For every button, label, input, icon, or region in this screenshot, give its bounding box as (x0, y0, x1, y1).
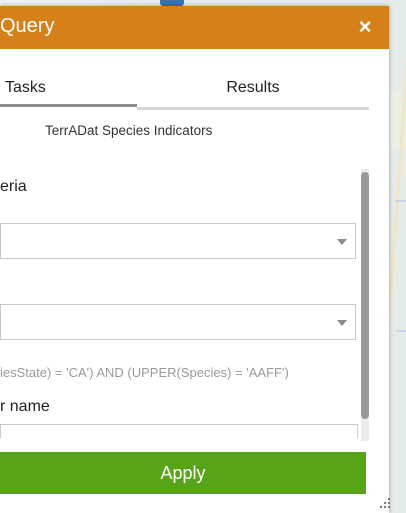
layer-name-heading: r name (0, 398, 50, 415)
field-select-2[interactable] (0, 304, 356, 340)
panel-title: Query (0, 15, 55, 37)
map-road (397, 330, 406, 332)
tab-tasks[interactable]: Tasks (0, 74, 137, 107)
query-expression: iesState) = 'CA') AND (UPPER(Species) = … (0, 365, 289, 380)
close-icon[interactable]: × (355, 16, 375, 38)
query-criteria-area: eria iesState) = 'CA') AND (UPPER(Specie… (0, 166, 370, 438)
panel-header: Query × (0, 6, 389, 49)
tab-results[interactable]: Results (137, 74, 369, 110)
chevron-down-icon (337, 239, 347, 245)
resize-grip-icon[interactable] (378, 498, 392, 512)
tab-bar: Tasks Results (0, 74, 370, 110)
layer-name-label: TerrADat Species Indicators (45, 123, 213, 138)
apply-button[interactable]: Apply (0, 452, 366, 494)
layer-name-input[interactable] (0, 424, 358, 438)
map-road (395, 200, 406, 202)
query-panel: Query × Tasks Results TerrADat Species I… (0, 6, 389, 513)
field-select-1[interactable] (0, 223, 356, 259)
chevron-down-icon (337, 320, 347, 326)
criteria-heading: eria (0, 178, 27, 195)
scrollbar-thumb[interactable] (361, 172, 369, 419)
